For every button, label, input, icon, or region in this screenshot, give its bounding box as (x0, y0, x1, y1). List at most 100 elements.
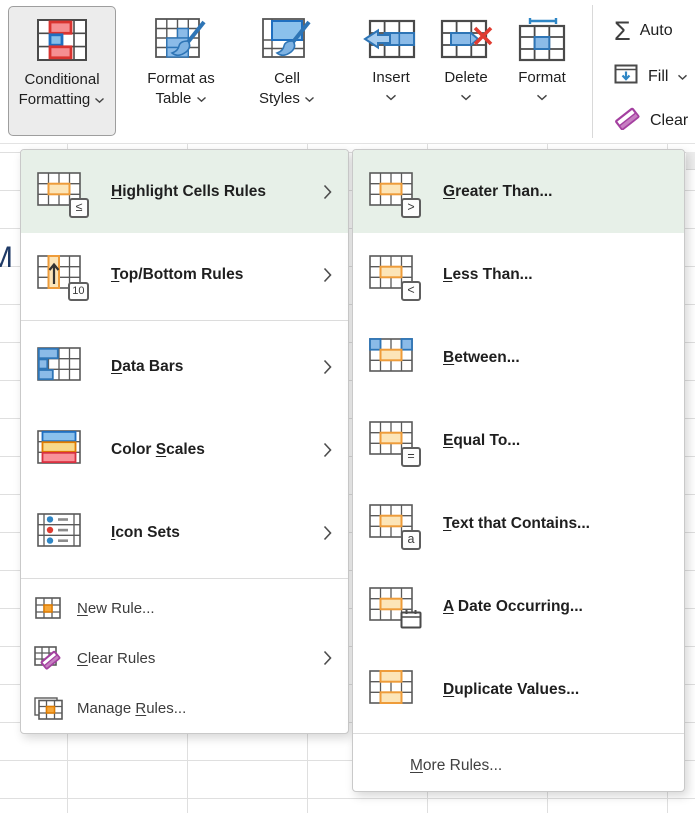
text-badge: a (401, 530, 421, 550)
submenu-item-label: Greater Than... (443, 183, 668, 201)
fill-down-icon (614, 63, 639, 91)
format-as-table-label-line1: Format as (147, 69, 215, 89)
submenu-item-more-rules[interactable]: More Rules... (353, 740, 684, 791)
submenu-item-duplicate-values[interactable]: Duplicate Values... (353, 648, 684, 731)
menu-item-label: Top/Bottom Rules (111, 266, 323, 284)
cell-styles-label-line2: Styles (259, 89, 315, 109)
submenu-arrow-icon (323, 359, 332, 375)
menu-item-label: Data Bars (111, 358, 323, 376)
delete-cells-icon (438, 16, 494, 62)
ten-badge: 10 (68, 282, 89, 301)
chevron-down-icon (304, 96, 315, 103)
chevron-down-icon (94, 97, 105, 104)
autosum-button[interactable]: Σ Auto (604, 10, 695, 52)
submenu-item-label: Less Than... (443, 266, 668, 284)
format-cells-icon (515, 16, 569, 62)
submenu-arrow-icon (323, 525, 332, 541)
submenu-arrow-icon (323, 184, 332, 200)
menu-item-label: New Rule... (77, 600, 332, 617)
submenu-arrow-icon (323, 442, 332, 458)
greater-than-icon: > (369, 172, 417, 212)
manage-rules-icon (33, 697, 63, 720)
icon-sets-icon (37, 513, 85, 553)
cell-styles-icon (261, 13, 313, 65)
sigma-icon: Σ (614, 18, 631, 45)
conditional-formatting-label-line2: Formatting (19, 90, 106, 110)
format-as-table-label-line2: Table (155, 89, 206, 109)
duplicate-values-icon (369, 670, 417, 710)
submenu-item-label: Equal To... (443, 432, 668, 450)
submenu-arrow-icon (323, 650, 332, 666)
text-contains-icon: a (369, 504, 417, 544)
menu-item-color-scales[interactable]: Color Scales (21, 408, 348, 491)
format-label: Format (518, 69, 566, 86)
menu-item-clear-rules[interactable]: Clear Rules (21, 633, 348, 683)
cell-styles-label-line1: Cell (274, 69, 300, 89)
eraser-icon (614, 107, 641, 135)
chevron-down-icon (536, 94, 548, 101)
menu-item-icon-sets[interactable]: Icon Sets (21, 491, 348, 574)
submenu-item-equal-to[interactable]: = Equal To... (353, 399, 684, 482)
submenu-arrow-icon (323, 267, 332, 283)
menu-item-data-bars[interactable]: Data Bars (21, 325, 348, 408)
submenu-item-a-date-occurring[interactable]: A Date Occurring... (353, 565, 684, 648)
menu-item-label: Icon Sets (111, 524, 323, 542)
menu-separator (353, 733, 684, 734)
format-as-table-icon (154, 13, 208, 65)
date-occurring-icon (369, 587, 417, 627)
insert-label: Insert (372, 69, 410, 86)
menu-item-label: Manage Rules... (77, 700, 332, 717)
fill-button[interactable]: Fill (604, 56, 695, 98)
highlight-cells-rules-icon: ≤ (37, 172, 85, 212)
menu-item-label: Highlight Cells Rules (111, 183, 323, 201)
less-equal-badge: ≤ (69, 198, 89, 218)
clear-label: Clear (650, 112, 688, 130)
chevron-down-icon (460, 94, 472, 101)
submenu-item-label: More Rules... (410, 757, 502, 775)
equal-badge: = (401, 447, 421, 467)
less-than-icon: < (369, 255, 417, 295)
top-bottom-rules-icon: 10 (37, 255, 85, 295)
ribbon-group-divider (592, 5, 593, 138)
between-icon (369, 338, 417, 378)
menu-item-highlight-cells-rules[interactable]: ≤ Highlight Cells Rules (21, 150, 348, 233)
conditional-formatting-menu: ≤ Highlight Cells Rules 10 Top/Bottom Ru… (20, 149, 349, 734)
ribbon: Conditional Formatting Format as Table (0, 0, 695, 144)
new-rule-icon (33, 597, 63, 620)
insert-button[interactable]: Insert (358, 6, 424, 136)
cell-styles-button[interactable]: Cell Styles (240, 6, 334, 136)
menu-item-label: Color Scales (111, 441, 323, 459)
less-than-badge: < (401, 281, 421, 301)
equal-to-icon: = (369, 421, 417, 461)
conditional-formatting-icon (35, 14, 89, 66)
submenu-item-text-that-contains[interactable]: a Text that Contains... (353, 482, 684, 565)
color-scales-icon (37, 430, 85, 470)
insert-cells-icon (363, 16, 419, 62)
highlight-cells-rules-submenu: > Greater Than... < Less Than... Between… (352, 149, 685, 792)
submenu-item-label: Duplicate Values... (443, 681, 668, 699)
clear-rules-icon (33, 646, 63, 670)
menu-item-new-rule[interactable]: New Rule... (21, 583, 348, 633)
menu-item-label: Clear Rules (77, 650, 323, 667)
format-button[interactable]: Format (506, 6, 578, 136)
data-bars-icon (37, 347, 85, 387)
submenu-item-label: A Date Occurring... (443, 598, 668, 616)
chevron-down-icon (385, 94, 397, 101)
fill-label: Fill (648, 68, 668, 86)
menu-separator (21, 578, 348, 579)
chevron-down-icon (677, 74, 688, 81)
menu-item-top-bottom-rules[interactable]: 10 Top/Bottom Rules (21, 233, 348, 316)
menu-separator (21, 320, 348, 321)
autosum-label: Auto (640, 22, 673, 40)
calendar-badge-icon (400, 609, 422, 634)
clear-button[interactable]: Clear (604, 100, 695, 142)
delete-label: Delete (444, 69, 487, 86)
format-as-table-button[interactable]: Format as Table (124, 6, 238, 136)
submenu-item-greater-than[interactable]: > Greater Than... (353, 150, 684, 233)
conditional-formatting-label-line1: Conditional (24, 70, 99, 90)
submenu-item-less-than[interactable]: < Less Than... (353, 233, 684, 316)
conditional-formatting-button[interactable]: Conditional Formatting (8, 6, 116, 136)
submenu-item-between[interactable]: Between... (353, 316, 684, 399)
menu-item-manage-rules[interactable]: Manage Rules... (21, 683, 348, 733)
delete-button[interactable]: Delete (430, 6, 502, 136)
